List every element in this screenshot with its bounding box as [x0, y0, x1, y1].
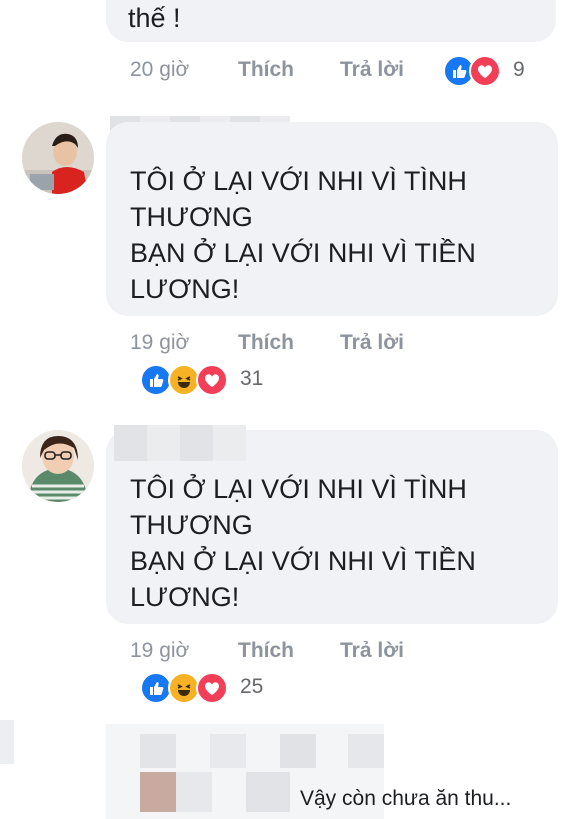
love-icon: [196, 672, 228, 704]
like-button-3[interactable]: Thích: [238, 639, 294, 663]
comment-text-3: TÔI Ở LẠI VỚI NHI VÌ TÌNH THƯƠNG BẠN Ở L…: [130, 474, 476, 612]
comment-text-1: thế !: [128, 3, 181, 33]
comment-time-1[interactable]: 20 giờ: [130, 58, 189, 82]
reply-button-3[interactable]: Trả lời: [340, 639, 404, 663]
like-button-2[interactable]: Thích: [238, 331, 294, 355]
reaction-summary-3[interactable]: 25: [140, 672, 280, 704]
comment-text-2: TÔI Ở LẠI VỚI NHI VÌ TÌNH THƯƠNG BẠN Ở L…: [130, 166, 476, 304]
comment-time-3[interactable]: 19 giờ: [130, 639, 189, 663]
reply-preview-text[interactable]: Vậy còn chưa ăn thu...: [300, 787, 511, 811]
comment-time-2[interactable]: 19 giờ: [130, 331, 189, 355]
profile-photo-male: [22, 122, 94, 194]
love-icon: [196, 364, 228, 396]
reaction-count-3: 25: [240, 675, 264, 698]
profile-photo-female: [22, 430, 94, 502]
avatar[interactable]: [22, 430, 94, 502]
reaction-count-2: 31: [240, 367, 264, 390]
reaction-count-1: 9: [513, 58, 525, 81]
reaction-summary-2[interactable]: 31: [140, 364, 280, 396]
love-icon: [469, 55, 501, 87]
like-button-1[interactable]: Thích: [238, 58, 294, 82]
avatar[interactable]: [22, 122, 94, 194]
reply-button-1[interactable]: Trả lời: [340, 58, 404, 82]
commenter-name-blurred-overlay: [114, 425, 246, 461]
reaction-summary-1[interactable]: 9: [443, 55, 533, 87]
reply-button-2[interactable]: Trả lời: [340, 331, 404, 355]
